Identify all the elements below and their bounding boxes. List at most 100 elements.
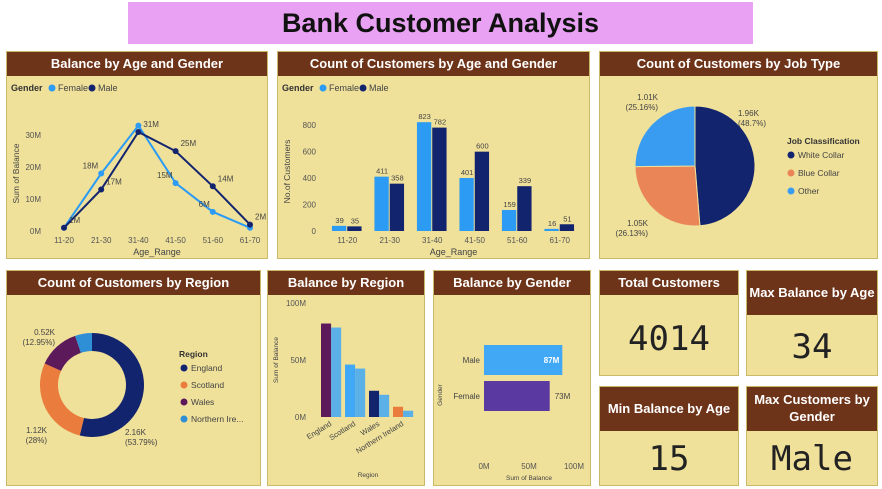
x-tick-label: 41-50 (165, 236, 186, 245)
data-label: 35 (351, 216, 359, 225)
y-axis-label: Gender (437, 383, 444, 406)
data-label: 401 (461, 168, 474, 177)
legend-marker (787, 169, 795, 177)
y-axis-label: No.of Customers (282, 140, 292, 204)
kpi-max-balance-age[interactable]: Max Balance by Age 34 (746, 270, 878, 376)
kpi-min-balance-age[interactable]: Min Balance by Age 15 (599, 386, 739, 486)
y-tick-label: 30M (25, 131, 41, 140)
slice-value-label: 2.16K (125, 428, 147, 437)
panel-region-count[interactable]: Count of Customers by Region 2.16K (53.79… (6, 270, 261, 486)
data-point (98, 170, 105, 177)
donut-chart[interactable]: 2.16K(53.79%) 1.12K(28%) 0.52K(12.95%) Regi… (7, 295, 262, 487)
y-tick-label: 200 (303, 201, 317, 210)
data-point (98, 186, 105, 193)
y-tick-label: Male (463, 356, 481, 365)
legend-title: Gender (282, 83, 314, 93)
y-tick-label: 400 (303, 174, 317, 183)
y-tick-label: 600 (303, 148, 317, 157)
data-label: 25M (181, 139, 197, 148)
y-tick-label: 0M (30, 227, 41, 236)
data-label: 16 (548, 219, 556, 228)
slice-value-label: 0.52K (34, 328, 56, 337)
bar-female (544, 228, 559, 231)
data-label: 87M (544, 356, 560, 365)
data-label: 339 (519, 176, 532, 185)
kpi-total-customers[interactable]: Total Customers 4014 (599, 270, 739, 376)
x-tick-label: 21-30 (91, 236, 112, 245)
data-point (172, 148, 179, 155)
x-tick-label: Scotland (328, 419, 358, 442)
page-title-bar: Bank Customer Analysis (128, 2, 753, 44)
x-tick-label: 11-20 (337, 236, 357, 245)
bar-scotland (345, 364, 356, 417)
data-point (209, 208, 216, 215)
x-axis-label: Region (358, 472, 379, 479)
panel-job-type[interactable]: Count of Customers by Job Type 1.96K (48.… (599, 51, 878, 259)
bar-wales (369, 390, 380, 417)
x-tick-label: 41-50 (465, 236, 486, 245)
kpi-max-customers-gender[interactable]: Max Customers by Gender Male (746, 386, 878, 486)
slice-value-label: 1.96K (738, 109, 760, 118)
bar-male (474, 151, 490, 231)
data-label: 823 (418, 112, 431, 121)
pie-chart[interactable]: 1.96K(48.7%) 1.05K(26.13%) 1.01K(25.16%) Jo… (600, 76, 879, 260)
page-title: Bank Customer Analysis (281, 7, 600, 38)
y-tick-label: 10M (25, 195, 41, 204)
data-label: 411 (376, 167, 388, 176)
data-label: 31M (143, 120, 159, 129)
kpi-title: Max Customers by Gender (747, 387, 877, 431)
bar-male (432, 127, 447, 231)
panel-balance-age-gender[interactable]: Balance by Age and Gender Gender Female Ma… (6, 51, 268, 259)
data-label: 159 (503, 200, 516, 209)
kpi-value: 4014 (628, 319, 710, 359)
data-label: 17M (106, 177, 122, 186)
data-label: 73M (555, 392, 571, 401)
bar-male (559, 224, 575, 231)
panel-count-age-gender[interactable]: Count of Customers by Age and Gender Gen… (277, 51, 590, 259)
data-point (209, 183, 216, 190)
gender-bar-chart[interactable]: Male 87M Female 73M 0M 50M 100M Sum of Balance G… (434, 295, 592, 487)
region-bar-chart[interactable]: 0M50M100MSum of BalanceEnglandScotland Wa… (268, 295, 426, 487)
x-axis-label: Sum of Balance (506, 475, 552, 482)
x-tick-label: 31-40 (422, 236, 443, 245)
y-tick-label: 20M (25, 163, 41, 172)
bar-england (321, 323, 332, 417)
pie-slice-other (634, 105, 696, 168)
panel-title: Count of Customers by Age and Gender (278, 52, 589, 76)
y-tick-label: 50M (290, 356, 306, 365)
x-tick-label: 50M (521, 462, 537, 471)
legend-marker (359, 84, 367, 92)
x-tick-label: 31-40 (128, 236, 149, 245)
slice-value-label: 1.01K (637, 93, 659, 102)
x-axis-label: Age_Range (133, 247, 181, 257)
legend-label: Wales (191, 397, 214, 407)
bar-chart[interactable]: Gender Female Male 0 200 400 600 800 No.of Custo… (278, 76, 591, 260)
slice-pct-label: (48.7%) (738, 119, 766, 128)
panel-title: Count of Customers by Job Type (600, 52, 877, 76)
legend-marker (180, 415, 188, 423)
bar-female (416, 122, 432, 231)
legend-marker (787, 151, 795, 159)
data-label: 51 (563, 214, 571, 223)
data-label: 39 (335, 216, 343, 225)
data-label: 2M (255, 213, 266, 222)
bar-male (347, 226, 362, 231)
line-chart[interactable]: Gender Female Male 0M 10M 20M 30M Sum of Balanc… (7, 76, 269, 260)
y-tick-label: 0 (312, 227, 317, 236)
y-tick-label: 800 (303, 121, 317, 130)
legend-label: England (191, 363, 222, 373)
bar-female (459, 177, 474, 231)
y-tick-label: 100M (286, 299, 306, 308)
panel-balance-region[interactable]: Balance by Region 0M 50M 100M Sum of Balanc… (267, 270, 425, 486)
bar-male (517, 186, 532, 231)
slice-value-label: 1.12K (26, 426, 48, 435)
legend-label: Male (98, 83, 118, 93)
legend-label: Blue Collar (798, 168, 840, 178)
legend-marker (48, 84, 56, 92)
y-axis-label: Sum of Balance (11, 143, 21, 203)
bar-female (374, 176, 389, 231)
legend-title: Region (179, 349, 208, 359)
panel-title: Count of Customers by Region (7, 271, 260, 295)
panel-balance-gender[interactable]: Balance by Gender Male 87M Female 73M 0M 50M 1… (433, 270, 591, 486)
donut-slice-1 (39, 363, 84, 436)
